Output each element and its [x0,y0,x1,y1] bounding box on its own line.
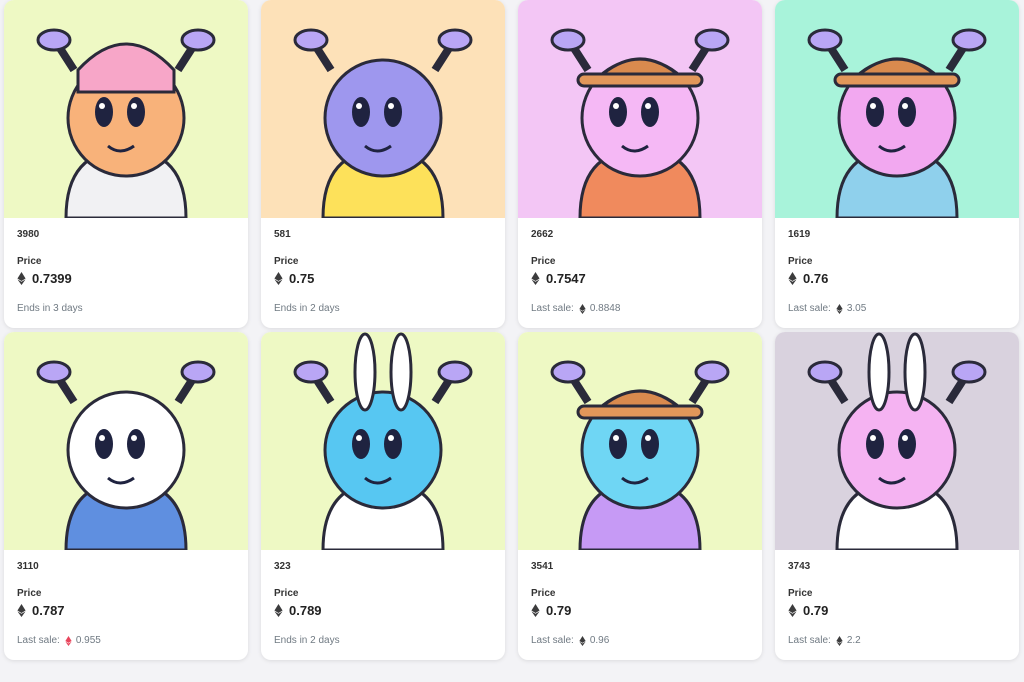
nft-image[interactable] [518,332,762,550]
eth-icon [836,303,843,314]
nft-grid: 3980 Price 0.7399 Ends in 3 days 581 Price 0.… [0,0,1024,682]
price-row: 0.79 [531,603,749,618]
eth-icon [788,604,797,617]
token-id: 581 [274,229,291,240]
nft-card-info: 581 Price 0.75 Ends in 2 days [261,218,505,328]
price-label: Price [17,256,42,267]
eth-icon [17,604,26,617]
nft-card-info: 3980 Price 0.7399 Ends in 3 days [4,218,248,328]
card-footer: Ends in 2 days [274,635,340,646]
price-label: Price [274,588,299,599]
footer-text: Ends in 3 days [17,303,83,314]
footer-text: Last sale: [531,635,574,646]
price-value: 0.75 [289,271,315,286]
token-id: 2662 [531,229,554,240]
card-footer: Last sale: 0.955 [17,635,101,646]
price-label: Price [531,256,556,267]
price-value: 0.7399 [32,271,72,286]
card-footer: Last sale: 3.05 [788,303,866,314]
eth-icon [579,635,586,646]
nft-image[interactable] [775,0,1019,218]
nft-artwork [261,332,505,550]
nft-artwork [261,0,505,218]
eth-icon [65,635,72,646]
price-value: 0.789 [289,603,322,618]
last-sale-value: 3.05 [846,303,867,314]
footer-text: Last sale: [788,303,831,314]
nft-artwork [775,332,1019,550]
footer-text: Last sale: [788,635,831,646]
last-sale-value: 0.8848 [589,303,621,314]
nft-card[interactable]: 323 Price 0.789 Ends in 2 days [261,332,505,660]
nft-image[interactable] [775,332,1019,550]
price-label: Price [17,588,42,599]
price-row: 0.76 [788,271,1006,286]
eth-icon [531,272,540,285]
eth-icon [836,635,843,646]
price-value: 0.7547 [546,271,586,286]
last-sale-value: 2.2 [846,635,861,646]
nft-card-info: 323 Price 0.789 Ends in 2 days [261,550,505,660]
nft-card-info: 3743 Price 0.79 Last sale: 2.2 [775,550,1019,660]
nft-card[interactable]: 3541 Price 0.79 Last sale: 0.96 [518,332,762,660]
nft-image[interactable] [4,332,248,550]
price-value: 0.79 [546,603,572,618]
eth-icon [579,303,586,314]
card-footer: Ends in 3 days [17,303,83,314]
nft-card-info: 3110 Price 0.787 Last sale: 0.955 [4,550,248,660]
price-value: 0.79 [803,603,829,618]
token-id: 323 [274,561,291,572]
nft-card[interactable]: 581 Price 0.75 Ends in 2 days [261,0,505,328]
price-row: 0.75 [274,271,492,286]
nft-image[interactable] [518,0,762,218]
price-label: Price [788,588,813,599]
last-sale-value: 0.955 [75,635,101,646]
nft-card-info: 1619 Price 0.76 Last sale: 3.05 [775,218,1019,328]
token-id: 3743 [788,561,811,572]
price-value: 0.76 [803,271,829,286]
nft-card[interactable]: 3743 Price 0.79 Last sale: 2.2 [775,332,1019,660]
footer-text: Last sale: [17,635,60,646]
eth-icon [274,604,283,617]
nft-card[interactable]: 3980 Price 0.7399 Ends in 3 days [4,0,248,328]
nft-image[interactable] [261,0,505,218]
nft-artwork [4,332,248,550]
price-label: Price [274,256,299,267]
price-row: 0.7547 [531,271,749,286]
nft-card-info: 2662 Price 0.7547 Last sale: 0.8848 [518,218,762,328]
card-footer: Last sale: 0.8848 [531,303,620,314]
eth-icon [531,604,540,617]
token-id: 3541 [531,561,554,572]
nft-artwork [4,0,248,218]
eth-icon [788,272,797,285]
price-value: 0.787 [32,603,65,618]
card-footer: Last sale: 0.96 [531,635,609,646]
nft-artwork [518,332,762,550]
card-footer: Last sale: 2.2 [788,635,861,646]
price-row: 0.787 [17,603,235,618]
price-row: 0.79 [788,603,1006,618]
nft-card-info: 3541 Price 0.79 Last sale: 0.96 [518,550,762,660]
nft-card[interactable]: 1619 Price 0.76 Last sale: 3.05 [775,0,1019,328]
footer-text: Last sale: [531,303,574,314]
nft-artwork [518,0,762,218]
price-row: 0.789 [274,603,492,618]
nft-card[interactable]: 3110 Price 0.787 Last sale: 0.955 [4,332,248,660]
token-id: 1619 [788,229,811,240]
footer-text: Ends in 2 days [274,303,340,314]
token-id: 3110 [17,561,39,572]
price-label: Price [788,256,813,267]
price-label: Price [531,588,556,599]
card-footer: Ends in 2 days [274,303,340,314]
price-row: 0.7399 [17,271,235,286]
eth-icon [17,272,26,285]
nft-card[interactable]: 2662 Price 0.7547 Last sale: 0.8848 [518,0,762,328]
token-id: 3980 [17,229,40,240]
last-sale-value: 0.96 [589,635,610,646]
nft-image[interactable] [261,332,505,550]
nft-artwork [775,0,1019,218]
nft-image[interactable] [4,0,248,218]
footer-text: Ends in 2 days [274,635,340,646]
eth-icon [274,272,283,285]
